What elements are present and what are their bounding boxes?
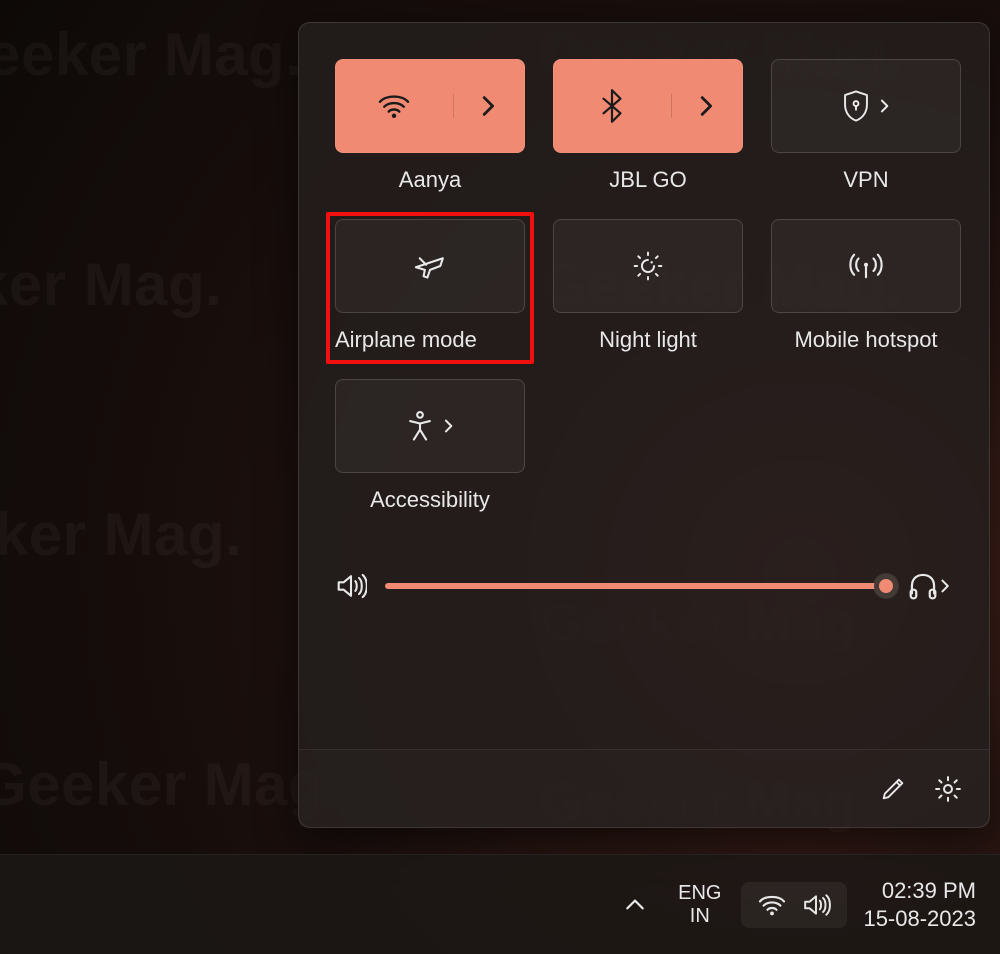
chevron-right-icon bbox=[479, 94, 499, 118]
wifi-toggle[interactable] bbox=[336, 92, 453, 120]
language-button[interactable]: ENG IN bbox=[664, 876, 735, 934]
tray-overflow-button[interactable] bbox=[612, 889, 658, 921]
mobile-hotspot-tile[interactable] bbox=[771, 219, 961, 313]
bluetooth-expand[interactable] bbox=[671, 94, 742, 118]
bluetooth-icon bbox=[600, 89, 624, 123]
clock-date: 15-08-2023 bbox=[863, 905, 976, 933]
hotspot-label: Mobile hotspot bbox=[794, 327, 937, 353]
bluetooth-label: JBL GO bbox=[609, 167, 686, 193]
volume-slider-thumb[interactable] bbox=[874, 574, 898, 598]
bluetooth-tile[interactable] bbox=[553, 59, 743, 153]
chevron-right-icon bbox=[879, 97, 892, 115]
headphones-icon bbox=[907, 571, 939, 601]
language-line1: ENG bbox=[678, 882, 721, 905]
night-light-icon bbox=[631, 249, 665, 283]
settings-button[interactable] bbox=[933, 774, 963, 804]
chevron-right-icon bbox=[939, 577, 953, 595]
wifi-label: Aanya bbox=[399, 167, 461, 193]
watermark: Geeker Mag. bbox=[0, 250, 222, 319]
wifi-expand[interactable] bbox=[453, 94, 524, 118]
accessibility-label: Accessibility bbox=[370, 487, 490, 513]
vpn-tile[interactable] bbox=[771, 59, 961, 153]
speaker-icon[interactable] bbox=[335, 571, 367, 601]
airplane-icon bbox=[412, 249, 448, 283]
airplane-mode-tile[interactable] bbox=[335, 219, 525, 313]
vpn-label: VPN bbox=[843, 167, 888, 193]
highlight-airplane: Airplane mode bbox=[326, 212, 534, 364]
taskbar: ENG IN 02:39 PM 15-08-2023 bbox=[0, 854, 1000, 954]
night-light-tile[interactable] bbox=[553, 219, 743, 313]
wifi-icon bbox=[757, 893, 787, 917]
clock-time: 02:39 PM bbox=[863, 877, 976, 905]
volume-row bbox=[335, 571, 953, 601]
volume-slider[interactable] bbox=[385, 583, 889, 589]
watermark: Geeker Mag. bbox=[0, 20, 302, 89]
quick-settings-panel: Aanya bbox=[298, 22, 990, 828]
wifi-icon bbox=[377, 92, 411, 120]
system-tray-button[interactable] bbox=[741, 882, 847, 928]
accessibility-tile[interactable] bbox=[335, 379, 525, 473]
night-light-label: Night light bbox=[599, 327, 697, 353]
airplane-label: Airplane mode bbox=[335, 327, 525, 353]
quick-settings-footer bbox=[299, 749, 989, 827]
language-line2: IN bbox=[678, 905, 721, 928]
accessibility-icon bbox=[405, 410, 435, 442]
wifi-tile[interactable] bbox=[335, 59, 525, 153]
chevron-right-icon bbox=[443, 417, 456, 435]
clock-button[interactable]: 02:39 PM 15-08-2023 bbox=[853, 873, 986, 936]
shield-lock-icon bbox=[841, 89, 871, 123]
speaker-icon bbox=[801, 892, 831, 918]
audio-output-button[interactable] bbox=[907, 571, 953, 601]
watermark: Geeker Mag. bbox=[0, 500, 242, 569]
bluetooth-toggle[interactable] bbox=[554, 89, 671, 123]
chevron-right-icon bbox=[697, 94, 717, 118]
watermark: Geeker Mag. bbox=[0, 750, 342, 819]
edit-button[interactable] bbox=[879, 775, 907, 803]
hotspot-icon bbox=[847, 251, 885, 281]
chevron-up-icon bbox=[624, 897, 646, 913]
